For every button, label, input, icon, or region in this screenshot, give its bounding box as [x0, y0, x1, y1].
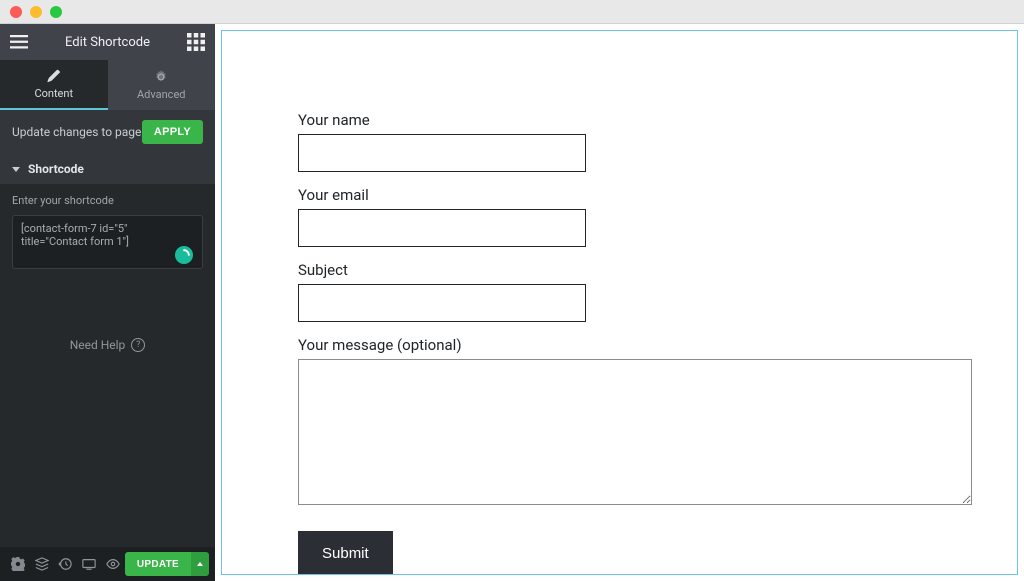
- window-titlebar: [0, 0, 1024, 24]
- form-field-name: Your name: [298, 111, 977, 172]
- form-field-email: Your email: [298, 186, 977, 247]
- widgets-grid-icon[interactable]: [187, 35, 205, 49]
- caret-down-icon: [12, 167, 20, 172]
- caret-up-icon: [197, 562, 203, 566]
- name-input[interactable]: [298, 134, 586, 172]
- submit-button[interactable]: Submit: [298, 531, 393, 575]
- sidebar: Edit Shortcode Content Advanced Update c…: [0, 24, 215, 581]
- need-help-link[interactable]: Need Help ?: [0, 338, 215, 352]
- loading-spinner-icon: [175, 246, 193, 264]
- minimize-window-icon[interactable]: [30, 6, 42, 18]
- navigator-icon[interactable]: [30, 547, 54, 581]
- apply-button[interactable]: APPLY: [142, 120, 203, 144]
- update-changes-row: Update changes to page APPLY: [0, 110, 215, 154]
- email-input[interactable]: [298, 209, 586, 247]
- editor-frame[interactable]: Your name Your email Subject Your messag…: [221, 30, 1018, 575]
- shortcode-input[interactable]: [12, 215, 203, 269]
- update-button[interactable]: UPDATE: [125, 552, 191, 576]
- shortcode-field-label: Enter your shortcode: [12, 194, 203, 207]
- form-field-message: Your message (optional): [298, 336, 977, 509]
- tab-content-label: Content: [34, 87, 73, 100]
- close-window-icon[interactable]: [10, 6, 22, 18]
- name-label: Your name: [298, 111, 977, 129]
- message-input[interactable]: [298, 359, 972, 505]
- need-help-label: Need Help: [70, 338, 126, 352]
- section-shortcode-title: Shortcode: [28, 162, 84, 176]
- preview-icon[interactable]: [101, 547, 125, 581]
- subject-label: Subject: [298, 261, 977, 279]
- settings-icon[interactable]: [6, 547, 30, 581]
- maximize-window-icon[interactable]: [50, 6, 62, 18]
- message-label: Your message (optional): [298, 336, 977, 354]
- subject-input[interactable]: [298, 284, 586, 322]
- history-icon[interactable]: [54, 547, 78, 581]
- help-icon: ?: [131, 338, 145, 352]
- email-label: Your email: [298, 186, 977, 204]
- sidebar-header: Edit Shortcode: [0, 24, 215, 60]
- preview-canvas: Your name Your email Subject Your messag…: [215, 24, 1024, 581]
- form-field-subject: Subject: [298, 261, 977, 322]
- responsive-icon[interactable]: [77, 547, 101, 581]
- panel-title: Edit Shortcode: [28, 35, 187, 50]
- update-options-button[interactable]: [191, 552, 209, 576]
- sidebar-tabs: Content Advanced: [0, 60, 215, 110]
- bottom-toolbar: UPDATE: [0, 547, 215, 581]
- tab-content[interactable]: Content: [0, 60, 108, 110]
- tab-advanced[interactable]: Advanced: [108, 60, 216, 110]
- section-shortcode-header[interactable]: Shortcode: [0, 154, 215, 184]
- menu-icon[interactable]: [10, 35, 28, 49]
- tab-advanced-label: Advanced: [137, 88, 185, 101]
- update-changes-label: Update changes to page: [12, 125, 141, 139]
- shortcode-panel: Enter your shortcode: [0, 184, 215, 288]
